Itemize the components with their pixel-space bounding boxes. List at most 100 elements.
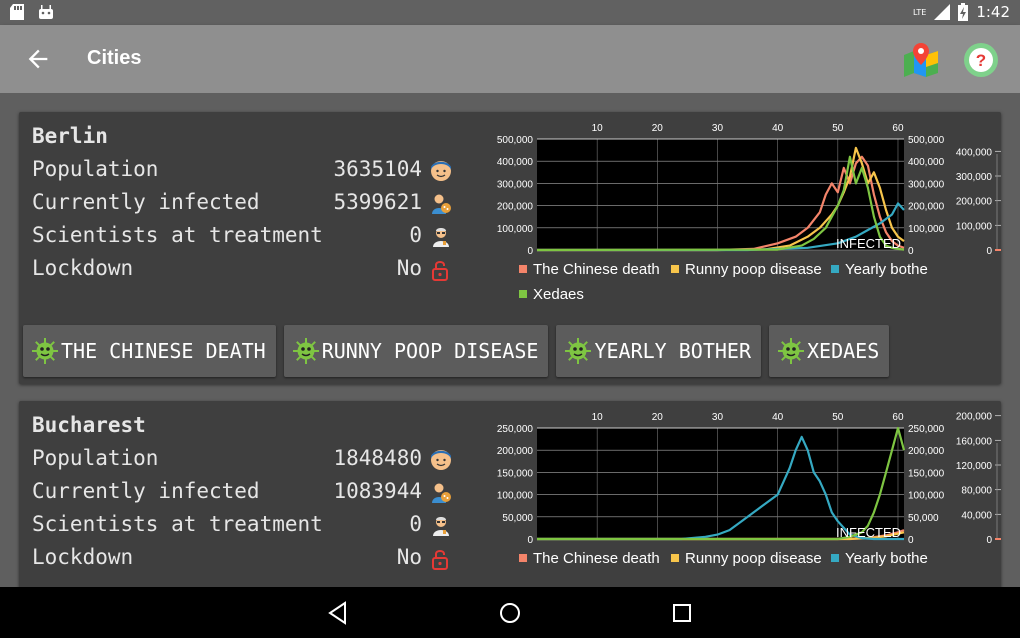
y-tick-label-right: 200,000 bbox=[908, 202, 945, 213]
infected-row: Currently infected 5399621 bbox=[32, 190, 452, 223]
y-tick-label-right: 300,000 bbox=[908, 179, 945, 190]
city-list[interactable]: Berlin Population 3635104 Currently infe… bbox=[0, 93, 1020, 587]
y-tick-label: 250,000 bbox=[497, 424, 534, 435]
y-tick-label: 0 bbox=[527, 535, 533, 546]
infection-chart: 0 0 50,000 50,000 100,000 100,000 150,000 150,0… bbox=[497, 412, 1001, 567]
legend-label: Runny poop disease bbox=[685, 550, 822, 567]
x-tick-label: 10 bbox=[592, 412, 604, 423]
scientists-label: Scientists at treatment bbox=[32, 223, 323, 247]
virus-button-chinese-death[interactable]: THE CHINESE DEATH bbox=[23, 325, 276, 377]
recents-nav-icon[interactable] bbox=[669, 600, 695, 626]
scientists-value: 0 bbox=[409, 512, 422, 536]
city-info: Berlin Population 3635104 Currently infe… bbox=[32, 124, 452, 289]
infected-value: 5399621 bbox=[333, 190, 422, 214]
population-row: Population 3635104 bbox=[32, 157, 452, 190]
virus-icon bbox=[292, 338, 319, 364]
home-nav-icon[interactable] bbox=[497, 600, 523, 626]
y-tick-label-secondary: 40,000 bbox=[961, 510, 992, 521]
population-icon bbox=[431, 450, 451, 470]
legend-swatch bbox=[519, 554, 527, 562]
app-bar: Cities ? bbox=[0, 25, 1020, 93]
x-tick-label: 60 bbox=[892, 412, 904, 423]
chart-annotation: INFECTED bbox=[836, 236, 901, 251]
lockdown-value: No bbox=[396, 545, 422, 569]
infected-person-icon bbox=[432, 194, 451, 214]
y-tick-label-secondary: 200,000 bbox=[956, 197, 993, 208]
lock-open-icon[interactable] bbox=[430, 259, 452, 281]
infected-label: Currently infected bbox=[32, 190, 260, 214]
svg-text:?: ? bbox=[976, 51, 986, 70]
navigation-bar bbox=[0, 587, 1020, 638]
virus-icon bbox=[32, 338, 58, 364]
legend-label: Yearly bothe bbox=[845, 550, 928, 567]
virus-button-runny-poop[interactable]: RUNNY POOP DISEASE bbox=[283, 325, 549, 377]
lockdown-label: Lockdown bbox=[32, 545, 134, 569]
lockdown-value: No bbox=[396, 256, 422, 280]
legend-label: Yearly bothe bbox=[845, 261, 928, 278]
legend-label: Xedaes bbox=[533, 286, 584, 303]
city-card: Bucharest Population 1848480 Currently i… bbox=[19, 401, 1001, 587]
y-tick-label-right: 400,000 bbox=[908, 157, 945, 168]
city-card: Berlin Population 3635104 Currently infe… bbox=[19, 112, 1001, 384]
population-icon bbox=[431, 161, 451, 181]
lockdown-label: Lockdown bbox=[32, 256, 134, 280]
y-tick-label: 0 bbox=[527, 246, 533, 257]
secondary-marker bbox=[995, 538, 1001, 540]
y-tick-label-secondary: 160,000 bbox=[956, 436, 993, 447]
y-tick-label: 150,000 bbox=[497, 468, 534, 479]
secondary-marker bbox=[995, 249, 1001, 251]
y-tick-label-secondary: 0 bbox=[986, 246, 992, 257]
lockdown-row: Lockdown No bbox=[32, 545, 452, 578]
y-tick-label-secondary: 300,000 bbox=[956, 172, 993, 183]
y-tick-label: 100,000 bbox=[497, 224, 534, 235]
virus-button-xedaes[interactable]: XEDAES bbox=[769, 325, 890, 377]
y-tick-label-secondary: 400,000 bbox=[956, 147, 993, 158]
city-name: Berlin bbox=[32, 124, 108, 148]
chart-annotation: INFECTED bbox=[836, 525, 901, 540]
battery-charging-icon bbox=[958, 3, 969, 21]
virus-button-row: THE CHINESE DEATH RUNNY POOP DISEASE YEA… bbox=[23, 325, 890, 377]
x-tick-label: 20 bbox=[652, 123, 664, 134]
back-arrow-icon[interactable] bbox=[24, 45, 52, 73]
x-tick-label: 50 bbox=[832, 412, 844, 423]
virus-button-label: RUNNY POOP DISEASE bbox=[321, 339, 539, 363]
y-tick-label: 500,000 bbox=[497, 135, 534, 146]
y-tick-label-right: 200,000 bbox=[908, 446, 945, 457]
x-tick-label: 30 bbox=[712, 412, 724, 423]
virus-button-label: THE CHINESE DEATH bbox=[61, 339, 266, 363]
scientists-label: Scientists at treatment bbox=[32, 512, 323, 536]
legend-swatch bbox=[831, 554, 839, 562]
virus-icon bbox=[565, 338, 592, 364]
y-tick-label-secondary: 120,000 bbox=[956, 461, 993, 472]
scientists-value: 0 bbox=[409, 223, 422, 247]
y-tick-label-secondary: 80,000 bbox=[961, 486, 992, 497]
signal-icon bbox=[934, 4, 951, 20]
y-tick-label: 50,000 bbox=[502, 513, 533, 524]
y-tick-label-right: 100,000 bbox=[908, 224, 945, 235]
infected-value: 1083944 bbox=[333, 479, 422, 503]
y-tick-label: 400,000 bbox=[497, 157, 534, 168]
scientists-row: Scientists at treatment 0 bbox=[32, 512, 452, 545]
y-tick-label-secondary: 100,000 bbox=[956, 221, 993, 232]
y-tick-label-right: 100,000 bbox=[908, 491, 945, 502]
x-tick-label: 40 bbox=[772, 123, 784, 134]
legend-label: Runny poop disease bbox=[685, 261, 822, 278]
virus-button-yearly-bother[interactable]: YEARLY BOTHER bbox=[556, 325, 761, 377]
y-tick-label: 200,000 bbox=[497, 202, 534, 213]
map-icon[interactable] bbox=[902, 41, 940, 79]
lte-label: LTE bbox=[913, 7, 927, 17]
infected-row: Currently infected 1083944 bbox=[32, 479, 452, 512]
y-tick-label-right: 50,000 bbox=[908, 513, 939, 524]
city-info: Bucharest Population 1848480 Currently i… bbox=[32, 413, 452, 578]
y-tick-label-right: 0 bbox=[908, 535, 914, 546]
lock-open-icon[interactable] bbox=[430, 548, 452, 570]
y-tick-label: 200,000 bbox=[497, 446, 534, 457]
population-value: 1848480 bbox=[333, 446, 422, 470]
y-tick-label-right: 250,000 bbox=[908, 424, 945, 435]
clock: 1:42 bbox=[976, 3, 1010, 21]
population-label: Population bbox=[32, 446, 159, 470]
back-nav-icon[interactable] bbox=[325, 600, 351, 626]
sd-card-icon bbox=[10, 4, 24, 20]
help-icon[interactable]: ? bbox=[962, 41, 1000, 79]
lockdown-row: Lockdown No bbox=[32, 256, 452, 289]
